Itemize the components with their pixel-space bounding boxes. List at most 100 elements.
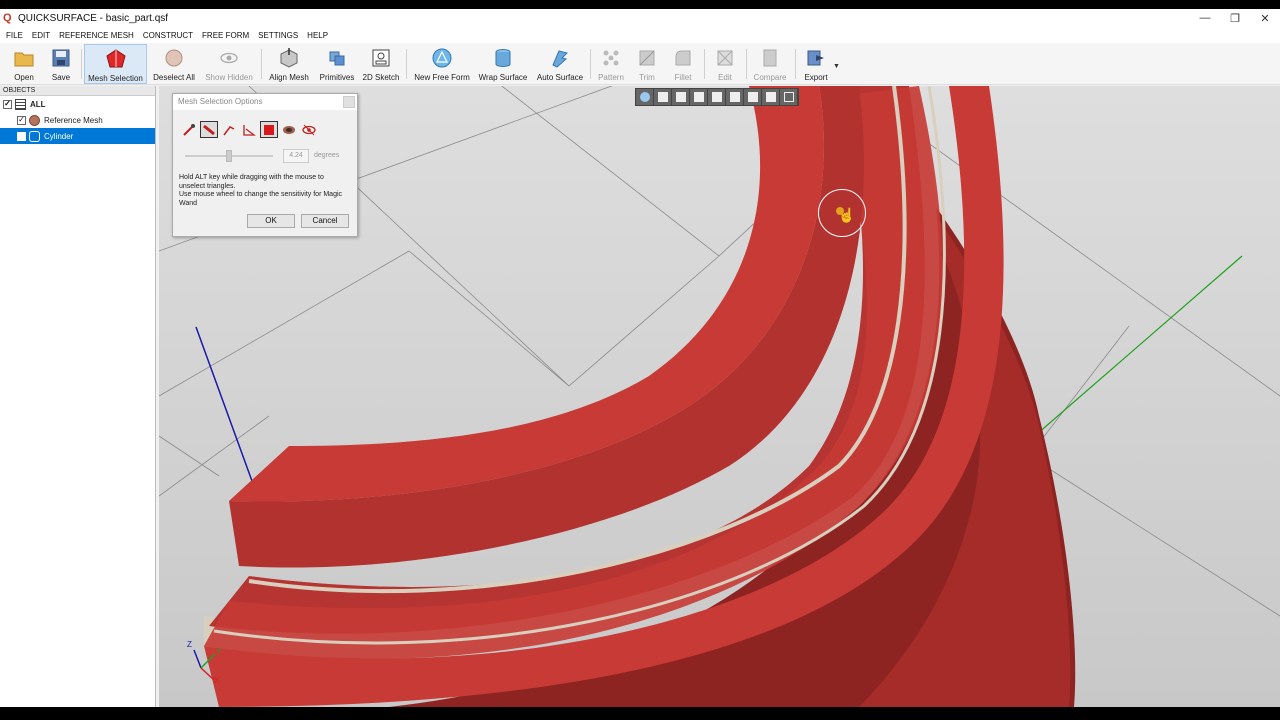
z-axis-line bbox=[195, 326, 253, 482]
compare-label: Compare bbox=[753, 73, 787, 82]
view-back-icon[interactable] bbox=[672, 89, 689, 105]
dialog-title: Mesh Selection Options bbox=[178, 97, 263, 106]
y-axis-line bbox=[1028, 255, 1243, 442]
auto-surface-button[interactable]: Auto Surface bbox=[535, 44, 585, 84]
objects-header: OBJECTS bbox=[0, 86, 155, 96]
toolbar-separator bbox=[81, 49, 82, 79]
auto-surface-icon bbox=[552, 50, 568, 68]
trim-icon bbox=[639, 50, 655, 66]
deselect-all-label: Deselect All bbox=[153, 73, 195, 82]
align-mesh-button[interactable]: Align Mesh bbox=[267, 44, 311, 84]
menu-free-form[interactable]: FREE FORM bbox=[202, 31, 249, 40]
cylinder-checkbox[interactable] bbox=[17, 131, 26, 141]
tree-item-reference-mesh-label: Reference Mesh bbox=[44, 115, 103, 125]
view-right-icon[interactable] bbox=[708, 89, 725, 105]
view-top-icon[interactable] bbox=[726, 89, 743, 105]
zoom-fit-icon[interactable] bbox=[636, 89, 653, 105]
help-line-2: Use mouse wheel to change the sensitivit… bbox=[179, 191, 343, 207]
primitives-label: Primitives bbox=[319, 73, 355, 82]
primitives-icon bbox=[329, 51, 345, 66]
magic-wand-icon[interactable] bbox=[280, 121, 298, 138]
help-line-1: Hold ALT key while dragging with the mou… bbox=[179, 174, 324, 190]
menu-construct[interactable]: CONSTRUCT bbox=[143, 31, 193, 40]
view-iso-icon[interactable] bbox=[762, 89, 779, 105]
tree-item-reference-mesh[interactable]: ✓ Reference Mesh bbox=[0, 112, 155, 128]
polyline-select-icon[interactable] bbox=[240, 121, 258, 138]
menu-bar: FILE EDIT REFERENCE MESH CONSTRUCT FREE … bbox=[0, 27, 1280, 43]
dialog-close-button[interactable] bbox=[343, 96, 355, 108]
edit-label: Edit bbox=[718, 73, 732, 82]
open-button[interactable]: Open bbox=[8, 44, 40, 84]
main-toolbar: Open Save Mesh Selection Deselect All Sh… bbox=[0, 43, 1280, 85]
new-free-form-button[interactable]: New Free Form bbox=[413, 44, 471, 84]
cylinder-icon bbox=[29, 130, 40, 142]
wrap-surface-button[interactable]: Wrap Surface bbox=[477, 44, 529, 84]
close-button[interactable]: ✕ bbox=[1250, 9, 1280, 27]
trim-button[interactable]: Trim bbox=[631, 44, 663, 84]
view-front-icon[interactable] bbox=[654, 89, 671, 105]
fillet-label: Fillet bbox=[674, 73, 692, 82]
edit-button[interactable]: Edit bbox=[709, 44, 741, 84]
sensitivity-slider-thumb[interactable] bbox=[226, 150, 232, 162]
mesh-selection-options-dialog: Mesh Selection Options 4.24 degrees Hold… bbox=[172, 93, 358, 237]
minimize-button[interactable]: — bbox=[1190, 9, 1220, 27]
paint-select-icon[interactable] bbox=[200, 121, 218, 138]
menu-file[interactable]: FILE bbox=[6, 31, 23, 40]
lasso-select-icon[interactable] bbox=[220, 121, 238, 138]
menu-reference-mesh[interactable]: REFERENCE MESH bbox=[59, 31, 134, 40]
dialog-title-bar[interactable]: Mesh Selection Options bbox=[173, 94, 357, 110]
tree-item-all[interactable]: ✓ ALL bbox=[0, 96, 155, 112]
toolbar-separator bbox=[746, 49, 747, 79]
menu-settings[interactable]: SETTINGS bbox=[258, 31, 298, 40]
ok-button[interactable]: OK bbox=[247, 214, 295, 228]
view-left-icon[interactable] bbox=[690, 89, 707, 105]
mesh-selection-label: Mesh Selection bbox=[88, 74, 143, 83]
menu-help[interactable]: HELP bbox=[307, 31, 328, 40]
view-bottom-icon[interactable] bbox=[744, 89, 761, 105]
deselect-all-button[interactable]: Deselect All bbox=[151, 44, 197, 84]
primitives-button[interactable]: Primitives bbox=[317, 44, 357, 84]
compare-button[interactable]: Compare bbox=[751, 44, 789, 84]
free-form-icon bbox=[432, 48, 452, 68]
app-logo-icon: Q bbox=[3, 12, 12, 24]
show-hidden-label: Show Hidden bbox=[205, 73, 253, 82]
hide-selection-icon[interactable] bbox=[300, 121, 318, 138]
wrap-surface-icon bbox=[495, 49, 511, 68]
pattern-button[interactable]: Pattern bbox=[595, 44, 627, 84]
reference-mesh-checkbox[interactable]: ✓ bbox=[17, 115, 26, 125]
wrap-surface-label: Wrap Surface bbox=[478, 73, 528, 82]
list-icon bbox=[15, 98, 26, 110]
auto-surface-label: Auto Surface bbox=[536, 73, 584, 82]
compare-icon bbox=[763, 49, 777, 67]
box-select-icon[interactable] bbox=[260, 121, 278, 138]
sketch-icon bbox=[372, 49, 390, 67]
dialog-help-text: Hold ALT key while dragging with the mou… bbox=[179, 174, 349, 208]
save-button[interactable]: Save bbox=[45, 44, 77, 84]
2d-sketch-button[interactable]: 2D Sketch bbox=[361, 44, 401, 84]
pattern-label: Pattern bbox=[598, 73, 624, 82]
2d-sketch-label: 2D Sketch bbox=[362, 73, 400, 82]
view-toolbar bbox=[635, 88, 799, 106]
trim-label: Trim bbox=[639, 73, 655, 82]
align-mesh-label: Align Mesh bbox=[269, 73, 309, 82]
eye-icon bbox=[220, 52, 238, 64]
deselect-icon bbox=[165, 49, 183, 67]
title-bar: Q QUICKSURFACE - basic_part.qsf — ❐ ✕ bbox=[0, 9, 1280, 27]
all-checkbox[interactable]: ✓ bbox=[3, 99, 12, 109]
app-window: Q QUICKSURFACE - basic_part.qsf — ❐ ✕ FI… bbox=[0, 9, 1280, 707]
view-axes-icon[interactable] bbox=[780, 89, 797, 105]
mesh-selection-button[interactable]: Mesh Selection bbox=[84, 44, 147, 84]
export-dropdown-icon[interactable]: ▼ bbox=[833, 63, 840, 70]
fillet-button[interactable]: Fillet bbox=[667, 44, 699, 84]
export-button[interactable]: Export bbox=[800, 44, 832, 84]
menu-edit[interactable]: EDIT bbox=[32, 31, 50, 40]
toolbar-separator bbox=[406, 49, 407, 79]
maximize-button[interactable]: ❐ bbox=[1220, 9, 1250, 27]
tree-item-cylinder[interactable]: Cylinder bbox=[0, 128, 155, 144]
show-hidden-button[interactable]: Show Hidden bbox=[203, 44, 255, 84]
cancel-button[interactable]: Cancel bbox=[301, 214, 349, 228]
brush-select-icon[interactable] bbox=[180, 121, 198, 138]
axis-label-x: X bbox=[214, 676, 220, 685]
window-controls: — ❐ ✕ bbox=[1190, 9, 1280, 27]
angle-input[interactable]: 4.24 bbox=[283, 149, 309, 163]
